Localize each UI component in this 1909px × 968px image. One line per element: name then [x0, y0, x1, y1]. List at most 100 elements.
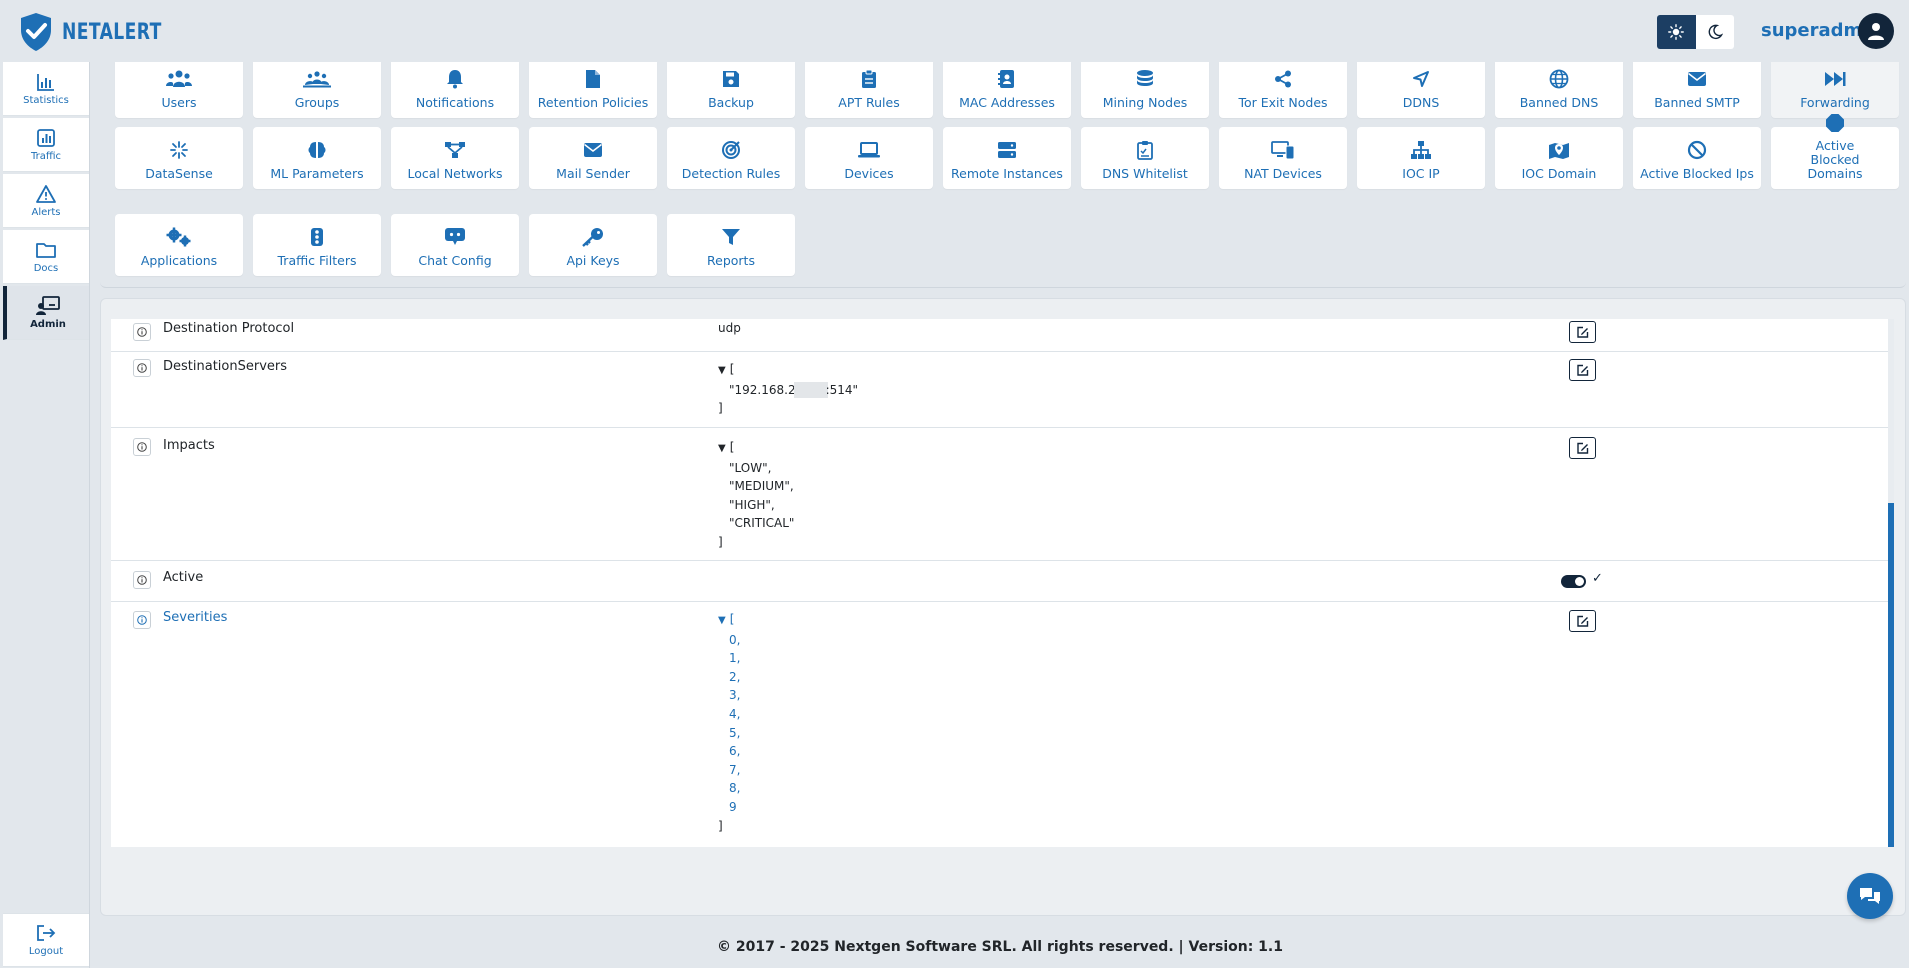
tile-label: Local Networks — [407, 166, 503, 181]
edit-button[interactable] — [1569, 359, 1596, 381]
tile-label: ML Parameters — [270, 166, 364, 181]
tile-label: Notifications — [415, 95, 495, 110]
groups-icon — [303, 68, 331, 90]
admin-tile-apt-rules[interactable]: APT Rules — [805, 62, 933, 118]
admin-tile-banned-dns[interactable]: Banned DNS — [1495, 62, 1623, 118]
sidebar-item-label: Traffic — [30, 150, 62, 162]
chat-bubbles-icon — [1860, 888, 1880, 904]
admin-tile-detection-rules[interactable]: Detection Rules — [667, 127, 795, 189]
admin-tile-local-networks[interactable]: Local Networks — [391, 127, 519, 189]
admin-tile-mac-addresses[interactable]: MAC Addresses — [943, 62, 1071, 118]
admin-tile-datasense[interactable]: DataSense — [115, 127, 243, 189]
sidebar-item-statistics[interactable]: Statistics — [3, 62, 89, 116]
theme-toggle[interactable] — [1657, 15, 1734, 49]
admin-tile-dns-whitelist[interactable]: DNS Whitelist — [1081, 127, 1209, 189]
admin-tile-retention-policies[interactable]: Retention Policies — [529, 62, 657, 118]
bell-icon — [446, 68, 464, 90]
brand-logo[interactable]: NETALERT — [18, 12, 190, 52]
admin-tile-active-blocked-ips[interactable]: Active Blocked Ips — [1633, 127, 1761, 189]
key-icon — [582, 226, 604, 248]
warning-triangle-icon — [36, 184, 56, 203]
scrollbar-thumb[interactable] — [1888, 503, 1894, 847]
admin-tile-ml-parameters[interactable]: ML Parameters — [253, 127, 381, 189]
json-array-open[interactable]: ▼[ — [718, 360, 858, 381]
admin-tile-reports[interactable]: Reports — [667, 214, 795, 276]
info-icon[interactable] — [133, 571, 151, 589]
info-icon[interactable] — [133, 323, 151, 341]
chart-bar-icon — [37, 73, 54, 91]
settings-row-active: Active ✓ — [111, 561, 1889, 602]
edit-button[interactable] — [1569, 437, 1596, 459]
json-array-item: 1, — [729, 651, 741, 666]
user-icon — [1868, 23, 1884, 40]
sidebar-item-docs[interactable]: Docs — [3, 230, 89, 284]
admin-tile-notifications[interactable]: Notifications — [391, 62, 519, 118]
admin-tile-backup[interactable]: Backup — [667, 62, 795, 118]
sidebar-item-admin[interactable]: Admin — [3, 286, 89, 340]
edit-icon — [1577, 442, 1589, 454]
light-theme-button[interactable] — [1657, 15, 1696, 49]
admin-tile-traffic-filters[interactable]: Traffic Filters — [253, 214, 381, 276]
setting-label: Active — [163, 570, 204, 585]
collapse-arrow-icon: ▼ — [718, 443, 726, 454]
admin-tile-chat-config[interactable]: Chat Config — [391, 214, 519, 276]
tile-label: Tor Exit Nodes — [1238, 95, 1328, 110]
admin-tile-groups[interactable]: Groups — [253, 62, 381, 118]
admin-tile-nat-devices[interactable]: NAT Devices — [1219, 127, 1347, 189]
json-array-open[interactable]: ▼[ — [718, 438, 794, 459]
json-array-item: 8, — [729, 781, 741, 796]
logout-icon — [37, 925, 56, 941]
user-avatar[interactable] — [1858, 13, 1894, 49]
admin-tile-tor-exit-nodes[interactable]: Tor Exit Nodes — [1219, 62, 1347, 118]
json-array-close: ] — [718, 401, 723, 416]
edit-button[interactable] — [1569, 610, 1596, 632]
sidebar-item-alerts[interactable]: Alerts — [3, 174, 89, 228]
active-toggle[interactable] — [1561, 575, 1586, 588]
logout-button[interactable]: Logout — [3, 913, 89, 967]
clipboard-check-icon — [1137, 139, 1153, 161]
clipboard-icon — [861, 68, 877, 90]
brain-icon — [307, 139, 327, 161]
admin-tile-remote-instances[interactable]: Remote Instances — [943, 127, 1071, 189]
dark-theme-button[interactable] — [1695, 15, 1734, 49]
admin-tile-ioc-domain[interactable]: IOC Domain — [1495, 127, 1623, 189]
settings-row-destination-servers: DestinationServers ▼[ "192.168.2:514" ] — [111, 352, 1889, 428]
admin-tile-ddns[interactable]: DDNS — [1357, 62, 1485, 118]
moon-icon — [1708, 24, 1723, 40]
admin-tile-forwarding[interactable]: Forwarding — [1771, 62, 1899, 118]
admin-tile-devices[interactable]: Devices — [805, 127, 933, 189]
tile-label: Active Blocked Ips — [1640, 166, 1754, 181]
info-icon[interactable] — [133, 438, 151, 456]
admin-tile-api-keys[interactable]: Api Keys — [529, 214, 657, 276]
chat-button[interactable] — [1847, 873, 1893, 919]
admin-tile-users[interactable]: Users — [115, 62, 243, 118]
admin-tile-mail-sender[interactable]: Mail Sender — [529, 127, 657, 189]
folder-icon — [36, 242, 56, 258]
globe-icon — [1549, 68, 1569, 90]
tile-label: DataSense — [145, 166, 213, 181]
info-icon[interactable] — [133, 359, 151, 377]
collapse-arrow-icon: ▼ — [718, 365, 726, 376]
admin-tile-ioc-ip[interactable]: IOC IP — [1357, 127, 1485, 189]
admin-tile-mining-nodes[interactable]: Mining Nodes — [1081, 62, 1209, 118]
logout-label: Logout — [28, 946, 64, 957]
envelope-icon — [1687, 68, 1707, 90]
sidebar: Statistics Traffic Alerts Docs Admin Log… — [0, 62, 90, 968]
settings-row-impacts: Impacts ▼[ "LOW", "MEDIUM", "HIGH", "CRI… — [111, 428, 1889, 561]
json-array-open[interactable]: ▼[ — [718, 610, 740, 631]
info-icon[interactable] — [133, 611, 151, 629]
edit-button[interactable] — [1569, 321, 1596, 343]
admin-tile-banned-smtp[interactable]: Banned SMTP — [1633, 62, 1761, 118]
admin-tile-applications[interactable]: Applications — [115, 214, 243, 276]
map-marker-icon — [1548, 139, 1570, 161]
json-array-item: 4, — [729, 706, 741, 721]
file-icon — [585, 68, 601, 90]
sidebar-item-traffic[interactable]: Traffic — [3, 118, 89, 172]
tile-label: Forwarding — [1800, 95, 1870, 110]
envelope-icon — [583, 139, 603, 161]
admin-tile-active-blocked-domains[interactable]: Active Blocked Domains — [1771, 114, 1899, 189]
json-array-item: 9 — [729, 799, 737, 814]
tile-label: Mining Nodes — [1102, 95, 1188, 110]
tile-label: Chat Config — [418, 253, 492, 268]
chat-bot-icon — [444, 226, 466, 248]
